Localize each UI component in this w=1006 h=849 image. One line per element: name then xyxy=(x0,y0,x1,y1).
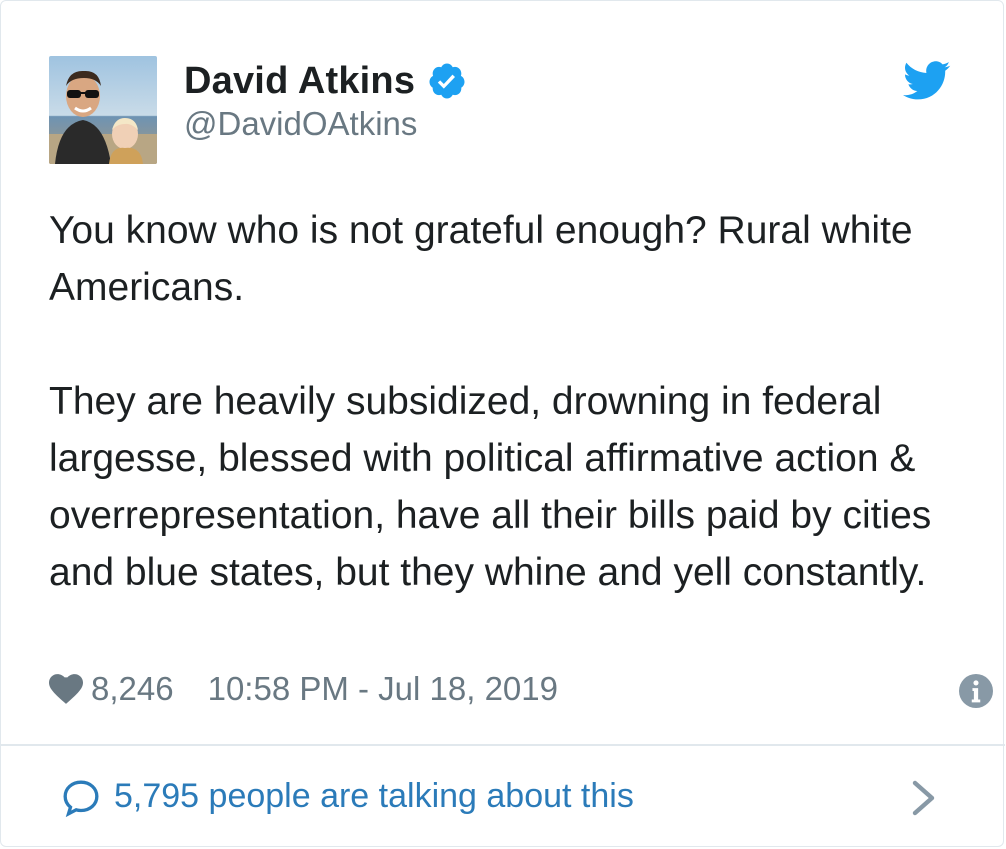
verified-badge-icon xyxy=(427,61,467,101)
tweet-card: David Atkins @DavidOAtkins You know who … xyxy=(0,0,1005,848)
talking-link[interactable]: 5,795 people are talking about this xyxy=(1,746,1005,848)
handle[interactable]: @DavidOAtkins xyxy=(184,105,417,143)
avatar-photo xyxy=(49,56,157,164)
timestamp[interactable]: 10:58 PM - Jul 18, 2019 xyxy=(208,670,558,708)
tweet-text: You know who is not grateful enough? Rur… xyxy=(49,202,959,601)
display-name[interactable]: David Atkins xyxy=(184,60,415,103)
comment-bubble-icon xyxy=(61,778,101,818)
tweet-paragraph: You know who is not grateful enough? Rur… xyxy=(49,209,913,309)
tweet-paragraph: They are heavily subsidized, drowning in… xyxy=(49,380,932,594)
twitter-bird-icon[interactable] xyxy=(903,61,951,101)
talking-text[interactable]: 5,795 people are talking about this xyxy=(114,773,634,819)
info-icon[interactable] xyxy=(959,674,993,708)
heart-icon[interactable] xyxy=(49,674,83,704)
avatar[interactable] xyxy=(49,56,157,164)
chevron-right-icon[interactable] xyxy=(911,780,937,816)
tweet-meta: 8,246 10:58 PM - Jul 18, 2019 xyxy=(49,667,558,711)
like-count[interactable]: 8,246 xyxy=(91,670,174,708)
author-name-row[interactable]: David Atkins xyxy=(184,57,467,105)
